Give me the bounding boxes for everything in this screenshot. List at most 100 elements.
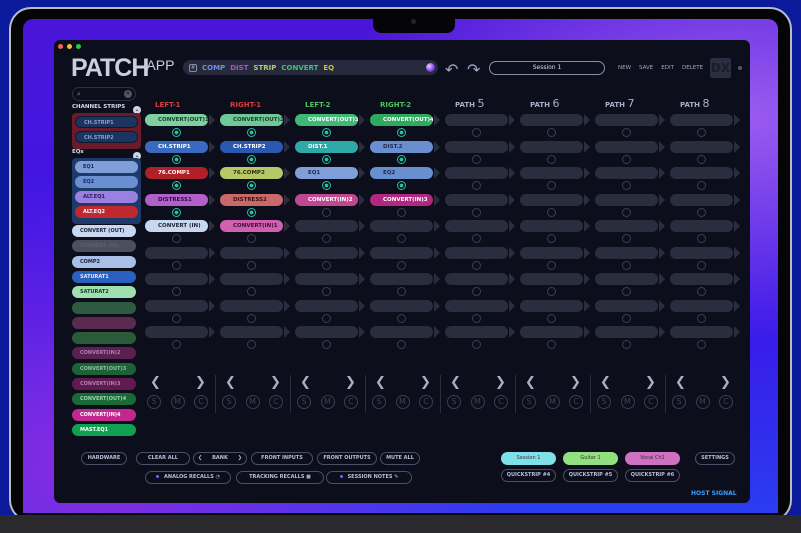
session-name-field[interactable]: Session 1 <box>489 61 605 75</box>
empty-slot[interactable] <box>445 326 508 338</box>
solo-button[interactable]: S <box>147 395 161 409</box>
empty-slot[interactable] <box>520 140 583 153</box>
link-toggle[interactable] <box>622 287 631 296</box>
empty-slot[interactable] <box>520 273 583 285</box>
link-toggle[interactable] <box>397 260 406 270</box>
link-toggle[interactable] <box>622 128 631 137</box>
empty-slot[interactable] <box>295 299 358 312</box>
sidebar-item[interactable]: MAST.EQ1 <box>72 423 136 436</box>
link-toggle[interactable] <box>697 181 706 190</box>
link-toggle[interactable] <box>622 260 631 270</box>
slot-distress2[interactable]: DISTRESS2 <box>220 193 283 206</box>
prev-arrow-icon[interactable]: ❮ <box>300 375 311 390</box>
link-toggle[interactable] <box>397 207 406 217</box>
next-arrow-icon[interactable]: ❯ <box>195 375 206 390</box>
link-toggle[interactable] <box>397 340 406 349</box>
link-toggle[interactable] <box>697 207 706 217</box>
slot-dist-2[interactable]: DIST.2 <box>370 140 433 153</box>
link-toggle[interactable] <box>697 340 706 349</box>
bank-prev-icon[interactable]: ❮ <box>198 453 202 464</box>
link-toggle[interactable] <box>172 181 181 190</box>
link-toggle[interactable] <box>172 234 181 243</box>
link-toggle[interactable] <box>172 128 181 137</box>
link-toggle[interactable] <box>322 340 331 349</box>
sidebar-item[interactable]: CONVERT (IN) <box>72 240 136 253</box>
mute-button[interactable]: M <box>170 395 185 409</box>
empty-slot[interactable] <box>370 326 433 338</box>
undo-icon[interactable]: ↶ <box>445 60 458 79</box>
sidebar-item[interactable]: SATURAT2 <box>72 286 136 299</box>
empty-slot[interactable] <box>520 299 583 312</box>
mute-all-button[interactable]: MUTE ALL <box>380 452 420 465</box>
quick-recall-button[interactable]: Session 1 <box>501 452 556 465</box>
sidebar-item[interactable]: CONVERT(IN)2 <box>72 347 136 360</box>
mute-button[interactable]: M <box>470 395 485 409</box>
empty-slot[interactable] <box>670 114 733 126</box>
sidebar-item[interactable]: CONVERT(OUT)4 <box>72 393 136 406</box>
link-toggle[interactable] <box>172 154 181 164</box>
filter-bar[interactable]: # COMP DIST STRIP CONVERT EQ <box>183 60 438 75</box>
link-toggle[interactable] <box>247 287 256 296</box>
slot-eq2[interactable]: EQ2 <box>370 167 433 179</box>
slot-convert-in-2[interactable]: CONVERT(IN)2 <box>295 193 358 206</box>
link-toggle[interactable] <box>397 234 406 243</box>
link-toggle[interactable] <box>697 234 706 243</box>
empty-slot[interactable] <box>670 326 733 338</box>
dx-logo[interactable]: DX <box>710 58 731 78</box>
link-toggle[interactable] <box>397 313 406 323</box>
mute-button[interactable]: M <box>320 395 335 409</box>
menu-new[interactable]: NEW <box>618 65 631 71</box>
slot-ch-strip2[interactable]: CH.STRIP2 <box>220 140 283 153</box>
empty-slot[interactable] <box>670 220 733 232</box>
bank-next-icon[interactable]: ❯ <box>238 453 242 464</box>
empty-slot[interactable] <box>595 326 658 338</box>
clear-button[interactable]: C <box>194 395 208 409</box>
link-toggle[interactable] <box>397 128 406 137</box>
empty-slot[interactable] <box>445 167 508 179</box>
link-toggle[interactable] <box>697 313 706 323</box>
link-toggle[interactable] <box>697 128 706 137</box>
clear-button[interactable]: C <box>644 395 658 409</box>
slot-convert-out-4[interactable]: CONVERT(OUT)4 <box>370 114 433 126</box>
mute-button[interactable]: M <box>245 395 260 409</box>
link-toggle[interactable] <box>397 181 406 190</box>
link-toggle[interactable] <box>322 234 331 243</box>
empty-slot[interactable] <box>445 193 508 206</box>
empty-slot[interactable] <box>595 140 658 153</box>
link-toggle[interactable] <box>322 154 331 164</box>
link-toggle[interactable] <box>697 287 706 296</box>
link-toggle[interactable] <box>622 234 631 243</box>
settings-button[interactable]: SETTINGS <box>695 452 735 465</box>
empty-slot[interactable] <box>145 299 208 312</box>
prev-arrow-icon[interactable]: ❮ <box>600 375 611 390</box>
empty-slot[interactable] <box>445 220 508 232</box>
sidebar-item[interactable]: CONVERT(IN)4 <box>72 408 136 421</box>
sidebar-item[interactable]: CONVERT(OUT)3 <box>72 362 136 375</box>
analog-recalls-button[interactable]: ANALOG RECALLS ◔ <box>145 471 231 484</box>
empty-slot[interactable] <box>670 167 733 179</box>
empty-slot[interactable] <box>520 114 583 126</box>
link-toggle[interactable] <box>697 154 706 164</box>
link-toggle[interactable] <box>397 154 406 164</box>
slot-eq1[interactable]: EQ1 <box>295 167 358 179</box>
empty-slot[interactable] <box>595 114 658 126</box>
filter-convert[interactable]: CONVERT <box>281 64 318 72</box>
prev-arrow-icon[interactable]: ❮ <box>525 375 536 390</box>
link-toggle[interactable] <box>172 207 181 217</box>
link-toggle[interactable] <box>547 340 556 349</box>
filter-strip[interactable]: STRIP <box>253 64 276 72</box>
empty-slot[interactable] <box>295 273 358 285</box>
minimize-button[interactable] <box>67 44 72 49</box>
link-toggle[interactable] <box>322 181 331 190</box>
link-toggle[interactable] <box>472 287 481 296</box>
next-arrow-icon[interactable]: ❯ <box>420 375 431 390</box>
prev-arrow-icon[interactable]: ❮ <box>150 375 161 390</box>
empty-slot[interactable] <box>145 273 208 285</box>
prev-arrow-icon[interactable]: ❮ <box>225 375 236 390</box>
link-toggle[interactable] <box>172 260 181 270</box>
sidebar-item[interactable]: CONVERT(IN)3 <box>72 378 136 390</box>
link-toggle[interactable] <box>472 340 481 349</box>
link-toggle[interactable] <box>172 340 181 349</box>
clear-button[interactable]: C <box>269 395 283 409</box>
empty-slot[interactable] <box>445 114 508 126</box>
